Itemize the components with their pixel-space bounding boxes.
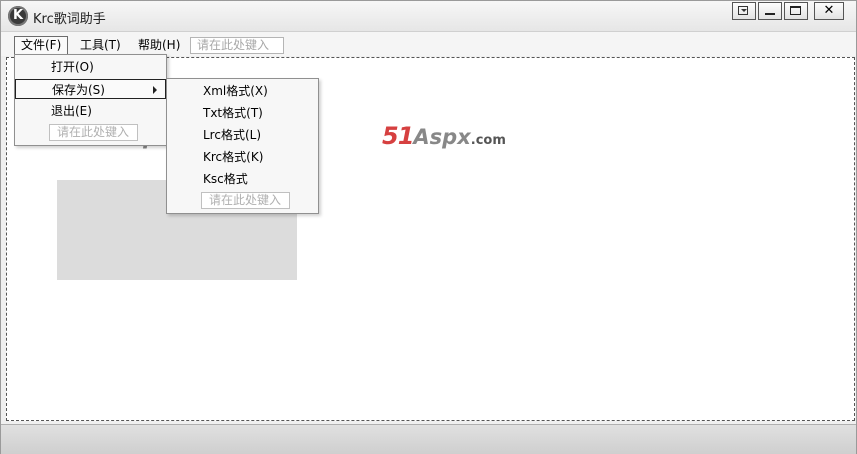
- menu-help[interactable]: 帮助(H): [132, 37, 186, 54]
- menu-item-open[interactable]: 打开(O): [15, 57, 166, 77]
- maximize-icon[interactable]: [784, 2, 808, 20]
- menu-bar: 文件(F) 工具(T) 帮助(H) 请在此处键入: [1, 32, 856, 56]
- menu-item-save-as-label: 保存为(S): [52, 83, 105, 97]
- file-menu-type-here-input[interactable]: 请在此处键入: [49, 124, 138, 141]
- window-menu-icon[interactable]: [732, 2, 756, 20]
- close-icon[interactable]: ✕: [814, 2, 844, 20]
- menu-tools[interactable]: 工具(T): [74, 37, 127, 54]
- menu-item-txt-format[interactable]: Txt格式(T): [167, 103, 318, 123]
- window-controls: ✕: [730, 2, 844, 20]
- submenu-arrow-icon: [153, 86, 157, 94]
- menu-item-save-as[interactable]: 保存为(S): [15, 79, 166, 99]
- menu-file[interactable]: 文件(F): [14, 36, 69, 54]
- menu-item-xml-format[interactable]: Xml格式(X): [167, 81, 318, 101]
- title-bar[interactable]: K Krc歌词助手 ✕: [1, 1, 856, 32]
- file-dropdown-menu: 打开(O) 保存为(S) 退出(E) 请在此处键入: [14, 54, 167, 146]
- menu-item-exit[interactable]: 退出(E): [15, 101, 166, 121]
- watermark-logo-2: 51Aspx.com: [382, 122, 506, 150]
- menu-item-ksc-format[interactable]: Ksc格式: [167, 169, 318, 189]
- app-window: K Krc歌词助手 ✕ 文件(F) 工具(T) 帮助(H) 请在此处键入 51A…: [0, 0, 857, 454]
- menu-item-krc-format[interactable]: Krc格式(K): [167, 147, 318, 167]
- menu-item-lrc-format[interactable]: Lrc格式(L): [167, 125, 318, 145]
- window-title: Krc歌词助手: [33, 12, 106, 27]
- status-bar: [1, 424, 856, 454]
- menubar-type-here-input[interactable]: 请在此处键入: [190, 37, 284, 54]
- app-logo-icon: K: [8, 6, 28, 26]
- save-as-submenu: Xml格式(X) Txt格式(T) Lrc格式(L) Krc格式(K) Ksc格…: [166, 78, 319, 214]
- save-as-type-here-input[interactable]: 请在此处键入: [201, 192, 290, 209]
- minimize-icon[interactable]: [758, 2, 782, 20]
